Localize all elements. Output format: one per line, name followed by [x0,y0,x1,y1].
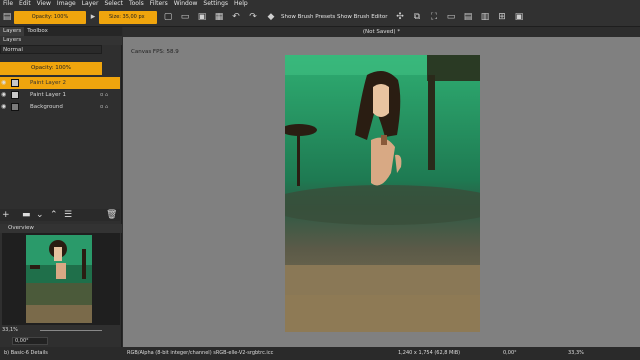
layer-opacity-slider[interactable]: Opacity: 100% [0,62,102,75]
overview-panel[interactable] [2,233,120,325]
duplicate-layer-icon[interactable]: ▬ [22,210,31,220]
canvas-area: (Not Saved) * Canvas FPS: 58.9 [123,27,640,347]
menu-image[interactable]: Image [57,0,76,8]
menu-view[interactable]: View [37,0,51,8]
menu-help[interactable]: Help [234,0,248,8]
undo-icon[interactable]: ↶ [231,12,241,22]
save-icon[interactable]: ▣ [197,12,207,22]
brush-editor-button[interactable]: Show Brush Editor [337,12,388,22]
redo-icon[interactable]: ↷ [248,12,258,22]
document-canvas[interactable] [285,55,480,332]
overview-zoom[interactable]: 33,1% [2,326,18,335]
layer-properties-icon[interactable]: ☰ [64,210,72,220]
menu-tools[interactable]: Tools [129,0,144,8]
layers-icon[interactable]: ▥ [480,12,490,22]
overview-rotation-row: 0,00° [0,336,122,346]
move-down-icon[interactable]: ⌄ [36,210,44,220]
folder-icon[interactable]: ▭ [446,12,456,22]
menu-settings[interactable]: Settings [203,0,228,8]
layer-flags-icon[interactable]: α ⌂ [100,89,108,101]
opacity-slider[interactable]: Opacity: 100% [14,11,86,24]
layer-toolbar: + ▬ ⌄ ⌃ ☰ 🗑 [0,209,120,221]
menu-bar: File Edit View Image Layer Select Tools … [0,0,640,8]
document-icon[interactable]: ▤ [463,12,473,22]
layer-name: Paint Layer 2 [30,80,66,86]
menu-select[interactable]: Select [104,0,123,8]
wrap-around-icon[interactable]: ✣ [395,12,405,22]
eraser-icon[interactable]: ◆ [266,12,276,22]
menu-window[interactable]: Window [174,0,198,8]
image-icon[interactable]: ▣ [514,12,524,22]
move-up-icon[interactable]: ⌃ [50,210,58,220]
visibility-eye-icon[interactable]: ◉ [1,103,7,111]
visibility-eye-icon[interactable]: ◉ [1,91,7,99]
brush-presets-button[interactable]: Show Brush Presets [281,12,335,22]
add-icon[interactable]: ⊞ [497,12,507,22]
visibility-eye-icon[interactable]: ◉ [1,79,7,87]
canvas-fps-readout: Canvas FPS: 58.9 [131,49,179,55]
crop-icon[interactable]: ⛶ [429,12,439,22]
layer-row[interactable]: ◉ Paint Layer 2 [0,77,120,89]
zoom-slider[interactable] [40,330,102,331]
save-incremental-icon[interactable]: ▦ [214,12,224,22]
layer-thumbnail [11,103,19,111]
layers-panel-title: Layers [0,36,122,45]
layer-row[interactable]: ◉ Paint Layer 1 α ⌂ [0,89,120,101]
tab-layers[interactable]: Layers [0,27,25,36]
zoom-status[interactable]: 33,3% [568,347,584,360]
overview-thumbnail [26,235,92,323]
layer-row[interactable]: ◉ Background α ⌂ [0,101,120,113]
blend-mode-select[interactable]: Normal [0,45,102,54]
image-size-status: 1,240 x 1,754 (62,8 MiB) [398,350,461,356]
menu-file[interactable]: File [3,0,13,8]
open-icon[interactable]: ▭ [180,12,190,22]
layers-docker: Layers Toolbox Layers Normal Opacity: 10… [0,27,122,347]
layer-name: Paint Layer 1 [30,92,66,98]
brush-preset-status[interactable]: b) Basic-6 Details [4,347,48,360]
layer-flags-icon[interactable]: α ⌂ [100,101,108,113]
rotation-field[interactable]: 0,00° [12,337,48,345]
add-layer-icon[interactable]: + [2,210,10,220]
delete-layer-icon[interactable]: 🗑 [106,210,117,220]
mirror-icon[interactable]: ⧉ [412,12,422,22]
overview-zoom-row: 33,1% [0,326,122,335]
tab-toolbox[interactable]: Toolbox [24,27,51,36]
document-title: (Not Saved) * [362,29,401,35]
menu-layer[interactable]: Layer [82,0,99,8]
rotation-status[interactable]: 0,00° [503,347,517,360]
status-bar: b) Basic-6 Details RGB/Alpha (8-bit inte… [0,347,640,360]
size-icon: ▸ [90,12,96,22]
menu-edit[interactable]: Edit [19,0,31,8]
document-tab[interactable]: (Not Saved) * [123,27,640,37]
layer-name: Background [30,104,63,110]
menu-filters[interactable]: Filters [150,0,168,8]
brush-icon[interactable]: ▤ [2,12,12,22]
layer-thumbnail [11,79,19,87]
tool-options-bar: ▤ Opacity: 100% ▸ Size: 35,00 px ▢ ▭ ▣ ▦… [0,8,640,27]
new-document-icon[interactable]: ▢ [163,12,173,22]
layer-thumbnail [11,91,19,99]
docker-tabs: Layers Toolbox [0,27,122,36]
size-slider[interactable]: Size: 35,00 px [99,11,157,24]
color-space-status: RGB/Alpha (8-bit integer/channel) sRGB-e… [127,350,274,356]
overview-title: Overview [0,224,122,233]
